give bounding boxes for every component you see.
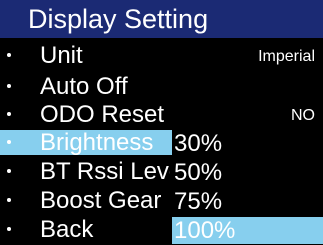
odo-reset-value: NO — [291, 107, 315, 124]
menu-item-label: Brightness — [40, 129, 154, 156]
brightness-option-75[interactable]: 75% — [174, 188, 222, 215]
title-bar: Display Setting — [0, 0, 323, 38]
brightness-option-100: 100% — [174, 217, 236, 244]
brightness-option-100-selected[interactable]: 100% — [172, 217, 323, 244]
menu-item-label: BT Rssi Level — [40, 158, 170, 185]
menu-item-odo-reset[interactable]: ODO Reset NO — [0, 101, 323, 129]
menu-item-label: Boost Gear — [40, 187, 162, 214]
menu-item-unit[interactable]: Unit Imperial — [0, 42, 323, 70]
bullet-icon — [7, 227, 11, 231]
menu-item-auto-off[interactable]: Auto Off — [0, 73, 323, 101]
menu-item-label: ODO Reset — [40, 101, 165, 128]
menu-item-brightness[interactable]: Brightness 30% — [0, 129, 323, 157]
bullet-icon — [7, 140, 11, 144]
menu-item-label: Unit — [40, 42, 83, 69]
menu-item-boost-gear[interactable]: Boost Gear 75% — [0, 187, 323, 215]
brightness-option-30[interactable]: 30% — [174, 130, 222, 157]
unit-value: Imperial — [258, 48, 315, 65]
menu-item-label: Auto Off — [40, 73, 128, 100]
brightness-option-50[interactable]: 50% — [174, 159, 222, 186]
menu-item-label: Back — [40, 216, 94, 243]
menu-item-bt-rssi-level[interactable]: BT Rssi Level 50% — [0, 158, 323, 186]
page-title: Display Setting — [28, 4, 209, 34]
bullet-icon — [7, 198, 11, 202]
menu-item-back[interactable]: Back 100% — [0, 216, 323, 244]
bullet-icon — [7, 84, 11, 88]
bullet-icon — [7, 169, 11, 173]
bullet-icon — [7, 112, 11, 116]
bullet-icon — [7, 53, 11, 57]
